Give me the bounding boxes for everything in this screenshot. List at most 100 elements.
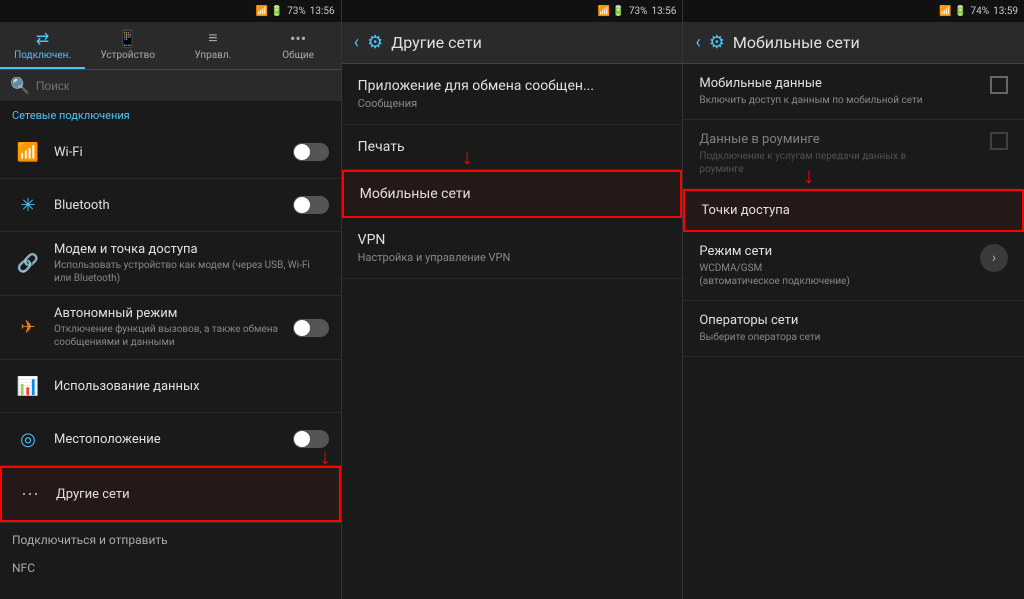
operators-sub: Выберите оператора сети [699,331,820,344]
networkmode-arrow: › [980,244,1008,272]
tab-connections-label: Подключен. [14,50,71,61]
mobiledata-checkbox[interactable] [990,76,1008,94]
print-title: Печать [358,139,667,155]
vpn-title: VPN [358,232,667,248]
status-time-2: 13:56 [651,6,676,17]
menu-item-print[interactable]: Печать [342,125,683,170]
status-bar-2: 📶 🔋 73% 13:56 [342,0,683,22]
status-time-3: 13:59 [993,6,1018,17]
mobilenets-title: Мобильные сети [360,186,665,202]
operators-title: Операторы сети [699,313,820,328]
nav-title-2: Другие сети [391,33,482,52]
search-bar: 🔍 [0,70,341,101]
airplane-subtitle: Отключение функций вызовов, а также обме… [54,323,293,349]
status-battery-1: 73% [287,6,306,17]
nfc-label: NFC [0,557,341,579]
airplane-toggle[interactable] [293,319,329,337]
nav-header-2: ‹ ⚙ Другие сети [342,22,683,64]
roaming-checkbox[interactable] [990,132,1008,150]
settings-item-bluetooth[interactable]: ✳ Bluetooth [0,179,341,232]
tab-device[interactable]: 📱 Устройство [85,22,170,69]
status-time-1: 13:56 [310,6,335,17]
gear-icon-2: ⚙ [367,32,383,53]
messages-sub: Сообщения [358,97,667,110]
settings-item-modem[interactable]: 🔗 Модем и точка доступа Использовать уст… [0,232,341,296]
settings-item-wifi[interactable]: 📶 Wi-Fi [0,126,341,179]
roaming-title: Данные в роуминге [699,132,939,147]
panel-connections: 📶 🔋 73% 13:56 ⇄ Подключен. 📱 Устройство … [0,0,342,599]
wifi-toggle-knob [294,144,310,160]
tab-controls-label: Управл. [195,50,232,61]
bluetooth-icon: ✳ [12,189,44,221]
tab-connections[interactable]: ⇄ Подключен. [0,22,85,69]
datausage-icon: 📊 [12,370,44,402]
networkmode-title: Режим сети [699,244,850,259]
status-battery-3: 74% [971,6,990,17]
othernets-title: Другие сети [56,487,327,502]
settings-item-datausage[interactable]: 📊 Использование данных [0,360,341,413]
tab-general-icon: ••• [290,29,306,48]
menu-item-messages[interactable]: Приложение для обмена сообщен... Сообщен… [342,64,683,125]
bluetooth-toggle[interactable] [293,196,329,214]
status-bar-3: 📶 🔋 74% 13:59 [683,0,1024,22]
section-header-networks: Сетевые подключения [0,101,341,126]
status-icons-3: 📶 🔋 [939,6,966,17]
bluetooth-toggle-knob [294,197,310,213]
datausage-title: Использование данных [54,379,329,394]
search-icon: 🔍 [10,76,30,95]
wifi-toggle[interactable] [293,143,329,161]
annotation-arrow-2: ↓ [462,144,473,170]
p3-item-apn[interactable]: Точки доступа [683,189,1024,232]
annotation-arrow-3: ↓ [803,163,814,189]
back-button-3[interactable]: ‹ [695,32,700,53]
nav-title-3: Мобильные сети [733,33,860,52]
status-bar-1: 📶 🔋 73% 13:56 [0,0,341,22]
vpn-sub: Настройка и управление VPN [358,251,667,264]
tab-connections-icon: ⇄ [36,29,49,48]
tab-general[interactable]: ••• Общие [256,22,341,69]
menu-item-vpn[interactable]: VPN Настройка и управление VPN [342,218,683,279]
p3-item-mobiledata[interactable]: Мобильные данные Включить доступ к данны… [683,64,1024,120]
settings-item-location[interactable]: ◎ Местоположение [0,413,341,466]
bluetooth-title: Bluetooth [54,198,293,213]
panel-footer-1: Подключиться и отправить [0,522,341,557]
networkmode-sub: WCDMA/GSM(автоматическое подключение) [699,262,850,288]
panel-mobilenets: 📶 🔋 74% 13:59 ‹ ⚙ Мобильные сети Мобильн… [683,0,1024,599]
p3-item-roaming[interactable]: Данные в роуминге Подключение к услугам … [683,120,1024,189]
wifi-title: Wi-Fi [54,145,293,160]
modem-icon: 🔗 [12,248,44,280]
mobiledata-title: Мобильные данные [699,76,922,91]
tab-controls[interactable]: ≡ Управл. [170,22,255,69]
tab-device-label: Устройство [100,50,155,61]
menu-item-mobilenets[interactable]: Мобильные сети [342,170,683,218]
tab-bar: ⇄ Подключен. 📱 Устройство ≡ Управл. ••• … [0,22,341,70]
roaming-sub: Подключение к услугам передачи данных в … [699,150,939,176]
settings-item-airplane[interactable]: ✈ Автономный режим Отключение функций вы… [0,296,341,360]
airplane-icon: ✈ [12,312,44,344]
settings-item-othernets[interactable]: ⋯ Другие сети ↓ [0,466,341,522]
location-toggle-knob [294,431,310,447]
modem-subtitle: Использовать устройство как модем (через… [54,259,329,285]
search-input[interactable] [36,79,331,93]
messages-title: Приложение для обмена сообщен... [358,78,667,94]
back-button-2[interactable]: ‹ [354,32,359,53]
mobiledata-sub: Включить доступ к данным по мобильной се… [699,94,922,107]
status-battery-2: 73% [629,6,648,17]
p3-item-operators[interactable]: Операторы сети Выберите оператора сети [683,301,1024,357]
airplane-toggle-knob [294,320,310,336]
othernets-icon: ⋯ [14,478,46,510]
nav-header-3: ‹ ⚙ Мобильные сети [683,22,1024,64]
tab-general-label: Общие [282,50,314,61]
airplane-title: Автономный режим [54,306,293,321]
gear-icon-3: ⚙ [709,32,725,53]
apn-title: Точки доступа [701,203,789,218]
annotation-arrow-1: ↓ [320,444,331,470]
tab-controls-icon: ≡ [208,28,217,48]
p3-item-networkmode[interactable]: Режим сети WCDMA/GSM(автоматическое подк… [683,232,1024,301]
location-icon: ◎ [12,423,44,455]
panel-othernets: 📶 🔋 73% 13:56 ‹ ⚙ Другие сети Приложение… [342,0,684,599]
status-icons-1: 📶 🔋 [256,6,283,17]
wifi-icon: 📶 [12,136,44,168]
tab-device-icon: 📱 [118,29,138,48]
status-icons-2: 📶 🔋 [597,6,624,17]
